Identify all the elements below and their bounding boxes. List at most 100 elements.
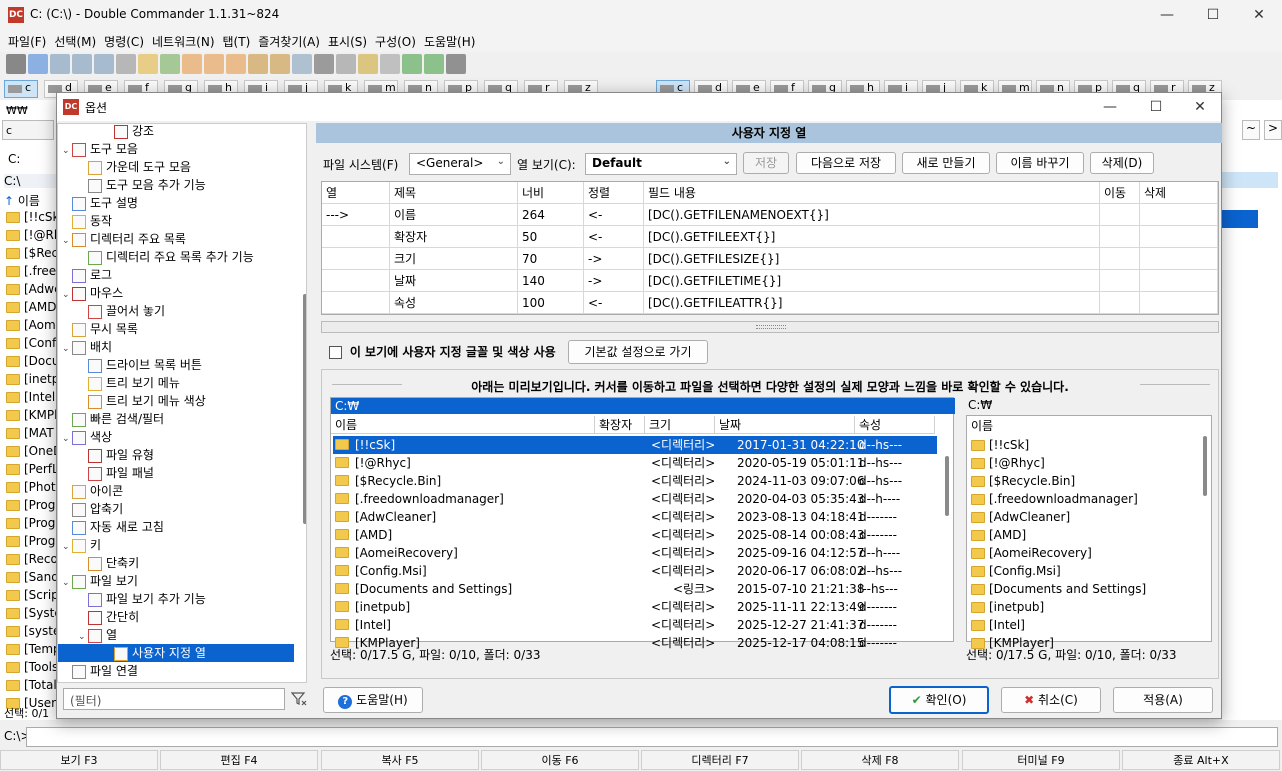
tree-item[interactable]: 끌어서 놓기 (78, 302, 165, 320)
preview-column-header[interactable]: 이름 (331, 416, 595, 434)
preview-file-row[interactable]: [!@Rhyc] <디렉터리> 2020-05-19 05:01:11 d--hs--… (333, 454, 937, 472)
left-file-row[interactable]: [Temp (6, 642, 56, 660)
tree-item[interactable]: 사용자 지정 열 (58, 644, 294, 662)
filter-input[interactable]: (필터) (63, 688, 285, 710)
cancel-button[interactable]: ✖ 취소(C) (1001, 687, 1101, 713)
left-tab-c[interactable]: c (2, 120, 54, 140)
grid-cell[interactable] (1140, 292, 1218, 314)
tree-item[interactable]: ⌄ 배치 (62, 338, 112, 356)
chevron-down-icon[interactable]: ⌄ (62, 232, 72, 250)
toolbar-icon[interactable] (292, 54, 312, 74)
grid-cell[interactable]: 날짜 (390, 270, 518, 292)
toolbar-icon[interactable] (182, 54, 202, 74)
toolbar-icon[interactable] (50, 54, 70, 74)
preview-right-row[interactable]: [Documents and Settings] (971, 580, 1146, 598)
preview-right-row[interactable]: [AdwCleaner] (971, 508, 1070, 526)
toolbar-icon[interactable] (138, 54, 158, 74)
tree-item[interactable]: 도구 모음 추가 기능 (78, 176, 206, 194)
grid-cell[interactable] (322, 292, 390, 314)
tree-item[interactable]: 도구 설명 (62, 194, 138, 212)
menu-item[interactable]: 선택(M) (50, 30, 100, 53)
fkey-button[interactable]: 디렉터리 F7 (641, 750, 799, 770)
grid-cell[interactable]: [DC().GETFILEEXT{}] (644, 226, 1100, 248)
minimize-button[interactable]: — (1144, 0, 1190, 30)
grid-cell[interactable] (1140, 248, 1218, 270)
preview-column-header[interactable]: 속성 (855, 416, 935, 434)
left-file-row[interactable]: [PerfL (6, 462, 56, 480)
grid-cell[interactable]: 140 (518, 270, 584, 292)
left-file-row[interactable]: [!!cSk] (6, 210, 56, 228)
grid-cell[interactable]: 확장자 (390, 226, 518, 248)
fkey-button[interactable]: 삭제 F8 (801, 750, 959, 770)
left-file-row[interactable]: [KMPl (6, 408, 56, 426)
fkey-button[interactable]: 보기 F3 (0, 750, 158, 770)
toolbar-icon[interactable] (314, 54, 334, 74)
grid-cell[interactable]: [DC().GETFILEATTR{}] (644, 292, 1100, 314)
left-file-row[interactable]: [!@Rh (6, 228, 56, 246)
left-file-row[interactable]: [OneD (6, 444, 56, 462)
tree-item[interactable]: ⌄ 키 (62, 536, 101, 554)
tree-item[interactable]: 간단히 (78, 608, 139, 626)
right-selected-row[interactable] (1222, 210, 1258, 228)
toolbar-icon[interactable] (270, 54, 290, 74)
preview-right-row[interactable]: [Config.Msi] (971, 562, 1061, 580)
grid-header-cell[interactable]: 제목 (390, 182, 518, 204)
left-file-row[interactable]: [Total (6, 678, 56, 696)
tree-item[interactable]: ⌄ 마우스 (62, 284, 123, 302)
tree-item[interactable]: 아이콘 (62, 482, 123, 500)
grid-cell[interactable]: <- (584, 292, 644, 314)
grid-header-cell[interactable]: 삭제 (1140, 182, 1218, 204)
left-file-row[interactable]: [Intel] (6, 390, 56, 408)
tree-item[interactable]: 무시 목록 (62, 320, 138, 338)
preview-file-row[interactable]: [!!cSk] <디렉터리> 2017-01-31 04:22:10 d--hs--- (333, 436, 937, 454)
preview-file-row[interactable]: [AMD] <디렉터리> 2025-08-14 00:08:43 d------- (333, 526, 937, 544)
toolbar-icon[interactable] (72, 54, 92, 74)
grid-cell[interactable]: 크기 (390, 248, 518, 270)
save-as-button[interactable]: 다음으로 저장 (796, 152, 896, 174)
fkey-button[interactable]: 복사 F5 (321, 750, 479, 770)
menu-item[interactable]: 표시(S) (324, 30, 371, 53)
grid-cell[interactable] (322, 226, 390, 248)
preview-left-scrollbar[interactable] (945, 456, 949, 516)
fkey-button[interactable]: 종료 Alt+X (1122, 750, 1280, 770)
left-file-row[interactable]: [Sand (6, 570, 56, 588)
menu-item[interactable]: 구성(O) (371, 30, 420, 53)
rename-button[interactable]: 이름 바꾸기 (996, 152, 1084, 174)
grid-cell[interactable] (1140, 270, 1218, 292)
preview-column-header[interactable]: 확장자 (595, 416, 645, 434)
toolbar-icon[interactable] (160, 54, 180, 74)
help-button[interactable]: ? 도움말(H) (323, 687, 423, 713)
toolbar-icon[interactable] (424, 54, 444, 74)
chevron-down-icon[interactable]: ⌄ (62, 340, 72, 358)
menu-item[interactable]: 파일(F) (4, 30, 50, 53)
tree-item[interactable]: 압축기 (62, 500, 123, 518)
chevron-down-icon[interactable]: ⌄ (62, 430, 72, 448)
left-file-row[interactable]: [Prog (6, 516, 56, 534)
preview-file-row[interactable]: [$Recycle.Bin] <디렉터리> 2024-11-03 09:07:06 d… (333, 472, 937, 490)
toolbar-icon[interactable] (226, 54, 246, 74)
left-file-row[interactable]: [Reco (6, 552, 56, 570)
save-button[interactable]: 저장 (743, 152, 789, 174)
tree-item[interactable]: 가운데 도구 모음 (78, 158, 191, 176)
grid-cell[interactable]: [DC().GETFILESIZE{}] (644, 248, 1100, 270)
grid-cell[interactable] (322, 248, 390, 270)
chevron-down-icon[interactable]: ⌄ (62, 142, 72, 160)
grid-cell[interactable] (1100, 270, 1140, 292)
grid-header-cell[interactable]: 필드 내용 (644, 182, 1100, 204)
grid-cell[interactable]: [DC().GETFILENAMENOEXT{}] (644, 204, 1100, 226)
drive-button-c[interactable]: c (4, 80, 38, 98)
menu-item[interactable]: 즐겨찾기(A) (254, 30, 324, 53)
toolbar-icon[interactable] (204, 54, 224, 74)
grid-header-cell[interactable]: 이동 (1100, 182, 1140, 204)
preview-file-row[interactable]: [.freedownloadmanager] <디렉터리> 2020-04-03 0… (333, 490, 937, 508)
preview-file-row[interactable]: [Intel] <디렉터리> 2025-12-27 21:41:37 d------- (333, 616, 937, 634)
grid-cell[interactable] (1100, 226, 1140, 248)
toolbar-icon[interactable] (94, 54, 114, 74)
grid-cell[interactable] (1100, 292, 1140, 314)
preview-right-row[interactable]: [$Recycle.Bin] (971, 472, 1075, 490)
grid-cell[interactable]: -> (584, 248, 644, 270)
grid-cell[interactable] (1140, 226, 1218, 248)
menu-item[interactable]: 명령(C) (100, 30, 148, 53)
tree-item[interactable]: ⌄ 파일 보기 (62, 572, 138, 590)
grid-cell[interactable]: 속성 (390, 292, 518, 314)
